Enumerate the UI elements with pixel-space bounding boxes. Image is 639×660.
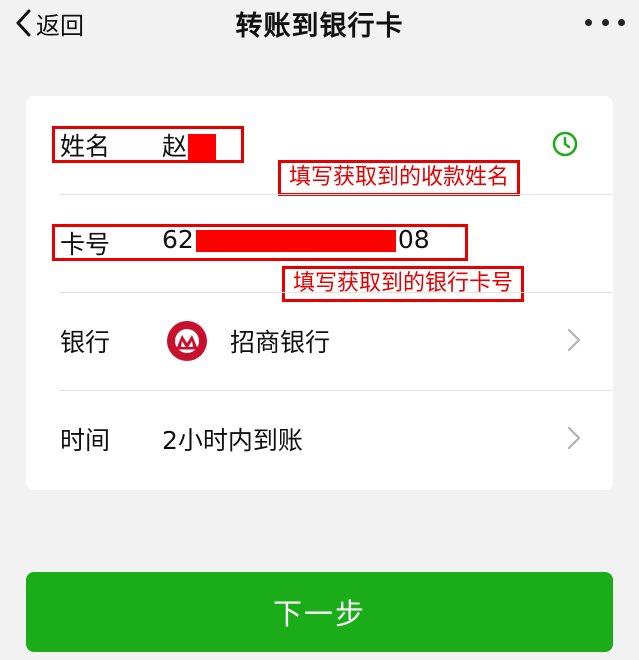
chevron-right-icon — [567, 328, 581, 356]
page-title: 转账到银行卡 — [235, 11, 404, 42]
arrival-time-label: 时间 — [60, 426, 111, 455]
transfer-form-card: 姓名 赵 填写获取到的收款姓名 62 08 卡号 填写获取到的银行卡号 银行 招商… — [26, 96, 613, 490]
more-dot-icon — [601, 18, 609, 26]
bank-label: 银行 — [60, 328, 111, 357]
cmb-bank-logo-icon — [166, 320, 208, 366]
arrival-time-value: 2小时内到账 — [162, 426, 303, 455]
bank-row[interactable]: 银行 招商银行 — [26, 292, 613, 390]
card-highlight-box — [52, 224, 468, 261]
more-options-button[interactable] — [585, 10, 625, 34]
bank-name: 招商银行 — [230, 328, 331, 357]
name-highlight-box — [52, 126, 244, 163]
next-step-button[interactable]: 下一步 — [26, 572, 613, 652]
name-annotation: 填写获取到的收款姓名 — [278, 160, 521, 196]
navigation-bar: 返回 转账到银行卡 — [0, 0, 639, 50]
chevron-right-icon — [567, 426, 581, 454]
more-dot-icon — [585, 18, 592, 26]
arrival-time-row[interactable]: 时间 2小时内到账 — [26, 390, 613, 488]
clock-icon[interactable] — [551, 130, 579, 162]
more-dot-icon — [618, 18, 625, 26]
